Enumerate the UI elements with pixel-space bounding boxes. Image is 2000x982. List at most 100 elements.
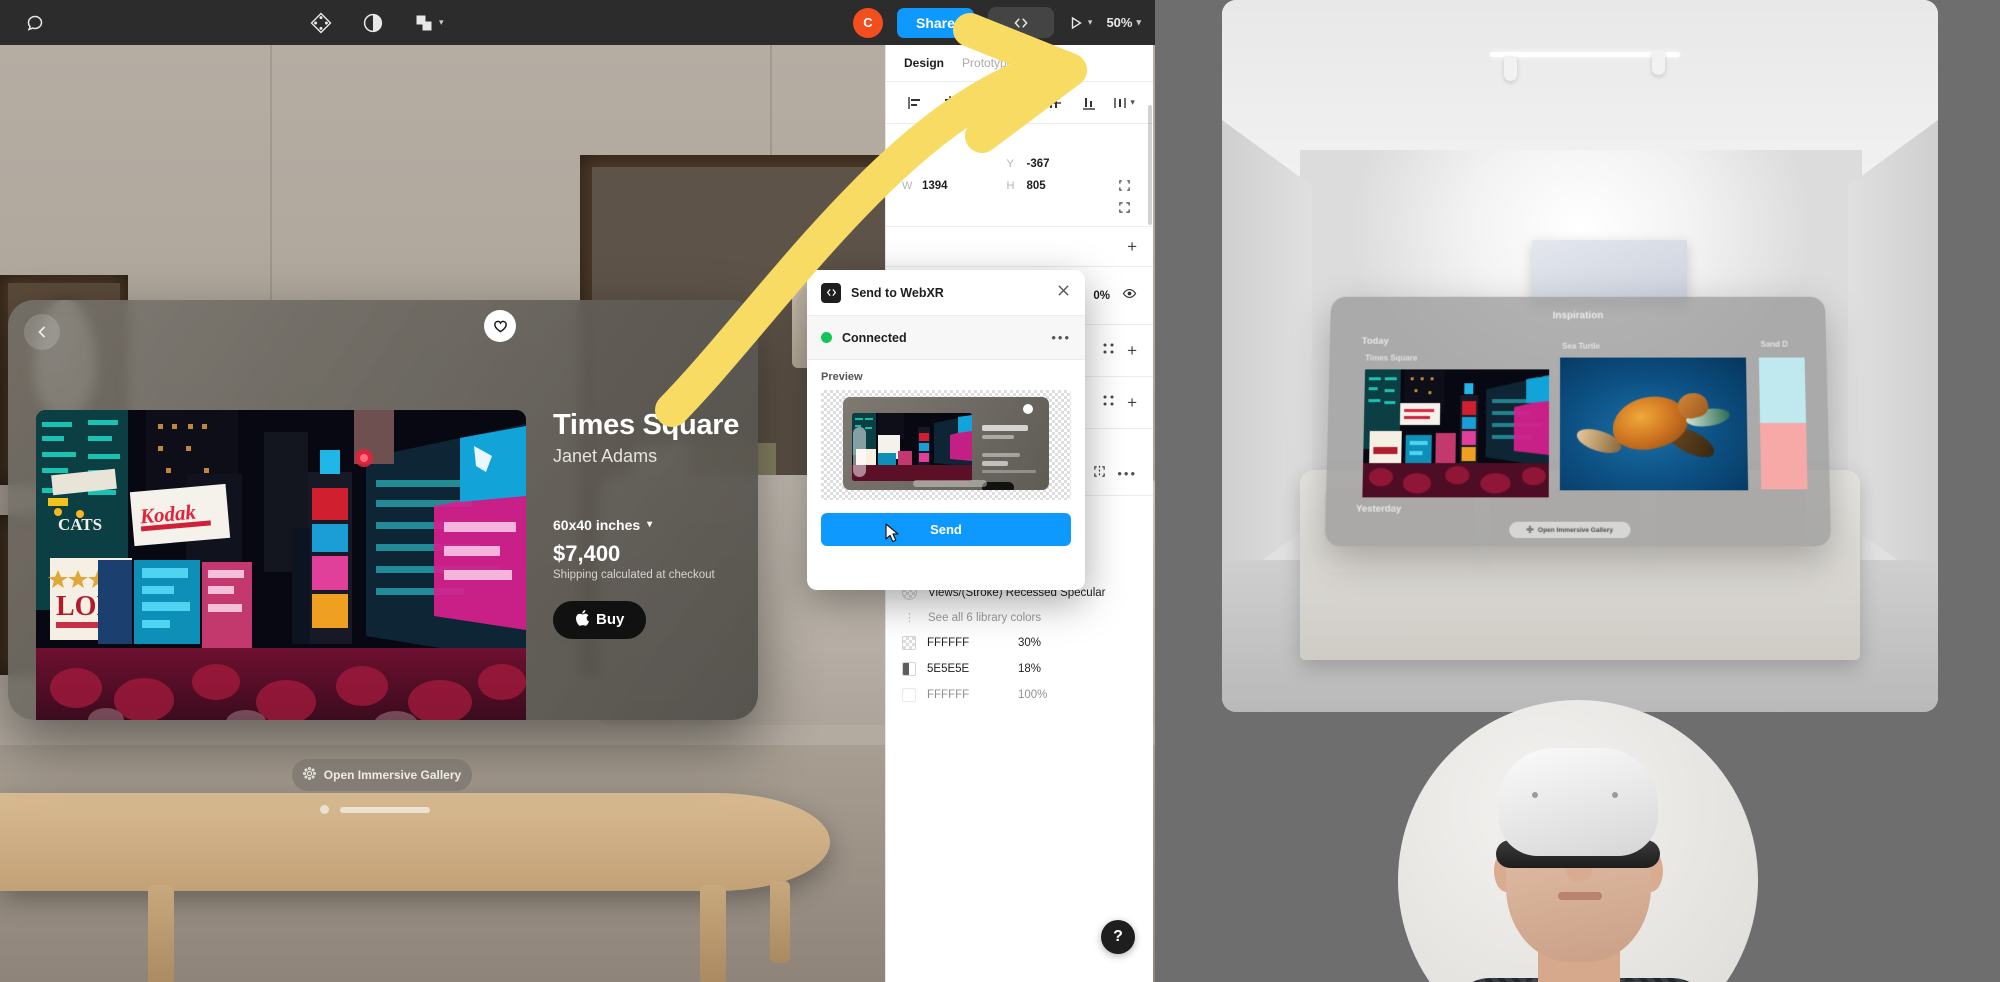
plus-icon[interactable]: +: [1127, 238, 1137, 255]
vr-thumb-sand[interactable]: [1758, 357, 1808, 490]
artwork-size-selector[interactable]: 60x40 inches ▾: [553, 517, 753, 533]
chevron-down-icon[interactable]: ▾: [439, 17, 444, 28]
w-field[interactable]: W 1394: [902, 180, 1007, 192]
chevron-down-icon[interactable]: ▾: [647, 519, 652, 530]
h-field[interactable]: H 805: [1007, 180, 1112, 192]
share-button[interactable]: Share: [896, 7, 974, 38]
figma-window: ▾ C Share ▾ 50% ▾ CATS Kodak LOL Times S…: [0, 0, 1155, 982]
preview-heart-icon: [1023, 404, 1033, 414]
immersive-gallery-icon: [1527, 525, 1534, 534]
hex-value: FFFFFF: [927, 689, 970, 701]
dev-mode-toggle[interactable]: [987, 7, 1054, 38]
send-to-webxr-dialog[interactable]: Send to WebXR Connected ••• Preview Send: [807, 270, 1085, 590]
stroke-advanced-icon[interactable]: [1093, 465, 1106, 481]
chevron-down-icon[interactable]: ▾: [1130, 97, 1135, 108]
more-dots-icon[interactable]: •••: [1051, 330, 1071, 345]
plus-icon[interactable]: +: [1127, 342, 1137, 359]
send-button[interactable]: Send: [821, 513, 1071, 546]
vr-item-sea-turtle: Sea Turtle: [1562, 341, 1600, 351]
see-all-label: See all 6 library colors: [928, 611, 1042, 624]
preview-canvas: [821, 390, 1071, 500]
preview-label: Preview: [821, 371, 863, 383]
eye-icon[interactable]: [1122, 286, 1137, 306]
chevron-down-icon[interactable]: ▾: [1136, 17, 1141, 28]
apple-logo-icon: [575, 609, 589, 630]
distribute-icon[interactable]: ▾: [1106, 95, 1141, 111]
present-button[interactable]: ▾: [1068, 15, 1093, 31]
plus-icon[interactable]: +: [1127, 394, 1137, 411]
constrain-proportions-icon[interactable]: [1111, 179, 1137, 192]
w-value: 1394: [922, 179, 948, 192]
preview-side-rail: [853, 427, 866, 477]
see-all-library-colors[interactable]: ⋮ See all 6 library colors: [886, 605, 1153, 630]
align-top-icon[interactable]: [1002, 95, 1037, 111]
open-immersive-gallery-button[interactable]: Open Immersive Gallery: [292, 759, 472, 791]
grid-dots-icon[interactable]: [1102, 394, 1115, 412]
y-value: -367: [1026, 158, 1050, 170]
shape-tool-icon[interactable]: ▾: [414, 12, 444, 34]
vr-item-sand: Sand D: [1760, 339, 1789, 349]
figma-toolbar: ▾ C Share ▾ 50% ▾: [0, 0, 1155, 45]
grid-dots-icon[interactable]: [1102, 342, 1115, 360]
vr-gallery-panel[interactable]: Inspiration Today Times Square Sea Turtl…: [1324, 296, 1832, 547]
vr-thumb-sea-turtle[interactable]: [1559, 357, 1749, 491]
heart-icon[interactable]: [484, 310, 516, 342]
comment-bubble-icon[interactable]: [24, 12, 46, 34]
hex-color-row[interactable]: FFFFFF 30%: [886, 630, 1153, 656]
vr-wall-frame: [1532, 240, 1687, 302]
more-dots-icon[interactable]: •••: [1117, 466, 1137, 481]
immersive-gallery-icon: [302, 767, 316, 783]
vr-spotlight: [1504, 56, 1517, 81]
open-immersive-gallery-label: Open Immersive Gallery: [323, 768, 462, 782]
buy-button[interactable]: Buy: [553, 600, 647, 639]
align-vertical-center-icon[interactable]: [1037, 95, 1072, 111]
chevron-down-icon[interactable]: ▾: [1088, 17, 1093, 28]
color-swatch: [902, 662, 916, 676]
artwork-price: $7,400: [553, 540, 621, 566]
panel-scrollbar[interactable]: [1148, 105, 1152, 225]
align-left-icon[interactable]: [898, 95, 933, 111]
hex-color-row[interactable]: FFFFFF 100%: [886, 682, 1153, 708]
vr-open-immersive-gallery-button[interactable]: Open Immersive Gallery: [1509, 521, 1631, 539]
vr-headset-view: Inspiration Today Times Square Sea Turtl…: [1222, 0, 1938, 712]
x-label: X: [902, 158, 910, 170]
artwork-detail-card[interactable]: CATS Kodak LOL Times Square Janet Adams …: [8, 300, 758, 720]
webcam-bubble: [1398, 700, 1758, 982]
tab-design[interactable]: Design: [904, 56, 944, 70]
vr-spotlight: [1652, 50, 1665, 75]
artwork-title: Times Square: [553, 409, 740, 441]
group-properties-section: Group X Y -367 W 1394 H 805: [886, 124, 1153, 227]
preview-text-block: [982, 425, 1042, 490]
h-value: 805: [1026, 179, 1046, 192]
y-label: Y: [1006, 158, 1014, 170]
chevron-left-icon[interactable]: [24, 314, 60, 350]
resize-to-fit-icon[interactable]: [1111, 201, 1137, 214]
layer-row[interactable]: +: [886, 227, 1153, 267]
hex-value: FFFFFF: [927, 637, 970, 649]
send-label: Send: [930, 522, 962, 537]
help-button[interactable]: ?: [1101, 920, 1135, 954]
avatar[interactable]: C: [852, 7, 883, 38]
hex-value: 5E5E5E: [927, 663, 970, 675]
code-brackets-icon: [821, 282, 841, 303]
vr-thumb-times-square[interactable]: [1362, 369, 1550, 498]
mask-icon[interactable]: [362, 12, 384, 34]
artwork-size-label: 60x40 inches: [553, 516, 641, 533]
color-swatch: [902, 688, 916, 702]
screen-root: ▾ C Share ▾ 50% ▾ CATS Kodak LOL Times S…: [0, 0, 2000, 982]
artwork-info: Times Square Janet Adams 60x40 inches ▾ …: [553, 409, 753, 639]
align-right-icon[interactable]: [967, 95, 1002, 111]
move-tool-icon[interactable]: [310, 12, 332, 34]
align-bottom-icon[interactable]: [1072, 95, 1107, 111]
x-field[interactable]: X: [902, 158, 1007, 170]
y-field[interactable]: Y -367: [1007, 158, 1112, 170]
home-indicator-dot: [320, 805, 329, 814]
zoom-control[interactable]: 50% ▾: [1106, 15, 1141, 30]
tab-prototype[interactable]: Prototype: [962, 56, 1013, 70]
zoom-level-label: 50%: [1106, 15, 1133, 30]
close-icon[interactable]: [1056, 283, 1071, 303]
align-horizontal-center-icon[interactable]: [933, 95, 968, 111]
opacity-value: 30%: [1018, 637, 1042, 649]
hex-color-row[interactable]: 5E5E5E 18%: [886, 656, 1153, 682]
preview-artwork-card: [843, 397, 1049, 490]
